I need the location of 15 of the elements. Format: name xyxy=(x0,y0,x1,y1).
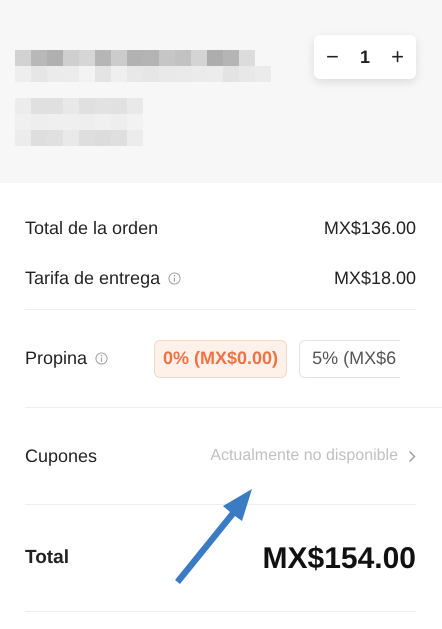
quantity-value: 1 xyxy=(360,46,370,68)
summary-value: MX$18.00 xyxy=(334,266,416,290)
tip-label: Propina xyxy=(25,347,88,370)
increase-button[interactable]: + xyxy=(391,46,404,68)
info-icon[interactable] xyxy=(95,352,108,365)
total-label: Total xyxy=(25,546,69,570)
summary-label: Total de la orden xyxy=(25,216,158,240)
tip-option[interactable]: 5% (MX$6 xyxy=(299,340,400,378)
summary-label: Tarifa de entrega xyxy=(25,266,160,290)
chevron-right-icon xyxy=(408,450,416,462)
total-value: MX$154.00 xyxy=(262,540,416,576)
summary-value: MX$136.00 xyxy=(324,216,416,240)
coupons-label: Cupones xyxy=(25,444,98,468)
info-icon[interactable] xyxy=(168,272,182,284)
decrease-button[interactable]: − xyxy=(326,46,339,68)
